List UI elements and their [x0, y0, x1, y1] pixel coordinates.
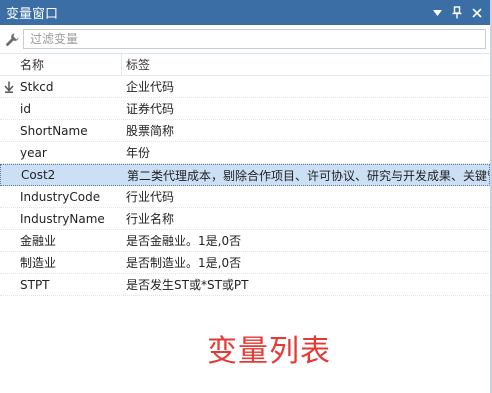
variable-row[interactable]: 制造业 是否制造业。1是,0否	[0, 252, 490, 274]
variable-row[interactable]: id 证券代码	[0, 98, 490, 120]
variable-row[interactable]: ShortName 股票简称	[0, 120, 490, 142]
titlebar-buttons	[430, 6, 484, 20]
variable-list: Stkcd 企业代码 id 证券代码 ShortName 股票简称 year 年…	[0, 76, 490, 296]
variable-name: IndustryCode	[20, 189, 101, 204]
window-titlebar: 变量窗口	[0, 0, 490, 25]
variable-row[interactable]: IndustryName 行业名称	[0, 208, 490, 230]
wrench-icon	[4, 31, 20, 47]
variable-label: 企业代码	[126, 80, 175, 94]
variable-row[interactable]: year 年份	[0, 142, 490, 164]
variable-label: 是否金融业。1是,0否	[126, 234, 242, 248]
column-header: 名称 标签	[0, 54, 490, 76]
variable-label: 行业名称	[126, 212, 175, 226]
variable-row[interactable]: IndustryCode 行业代码	[0, 186, 490, 208]
variable-row[interactable]: 金融业 是否金融业。1是,0否	[0, 230, 490, 252]
header-label[interactable]: 标签	[122, 54, 490, 75]
variable-label: 证券代码	[126, 102, 175, 116]
variable-name: IndustryName	[20, 211, 105, 226]
window-title: 变量窗口	[6, 7, 59, 22]
variable-name: 制造业	[20, 256, 57, 270]
variable-row[interactable]: Stkcd 企业代码	[0, 76, 490, 98]
dropdown-arrow-icon[interactable]	[430, 6, 444, 20]
filter-bar	[0, 25, 490, 54]
variable-label: 行业代码	[126, 190, 175, 204]
variable-label: 是否制造业。1是,0否	[126, 256, 242, 270]
variables-window: 变量窗口 过滤变量 名称 标签 Stkcd 企业代码 id 证券代码 Short…	[0, 0, 492, 393]
variable-label: 是否发生ST或*ST或PT	[126, 278, 249, 292]
variable-name: Stkcd	[20, 79, 54, 94]
close-icon[interactable]	[470, 6, 484, 20]
variable-name: year	[20, 145, 47, 160]
variable-name: 金融业	[20, 234, 57, 248]
variable-label: 股票简称	[126, 124, 175, 138]
variable-row[interactable]: STPT 是否发生ST或*ST或PT	[0, 274, 490, 296]
variable-name: Cost2	[21, 168, 56, 182]
variable-label: 年份	[126, 146, 151, 160]
caption-annotation: 变量列表	[207, 334, 331, 369]
variable-name: STPT	[20, 277, 50, 292]
sort-key-icon	[0, 81, 18, 93]
header-name[interactable]: 名称	[18, 54, 122, 75]
filter-input[interactable]	[23, 29, 486, 49]
variable-label: 第二类代理成本，剔除合作项目、许可协议、研究与开发成果、关键管	[127, 168, 489, 183]
variable-name: id	[20, 101, 31, 116]
pin-icon[interactable]	[450, 6, 464, 20]
variable-row-selected[interactable]: Cost2 第二类代理成本，剔除合作项目、许可协议、研究与开发成果、关键管	[0, 164, 490, 186]
variable-name: ShortName	[20, 123, 88, 138]
